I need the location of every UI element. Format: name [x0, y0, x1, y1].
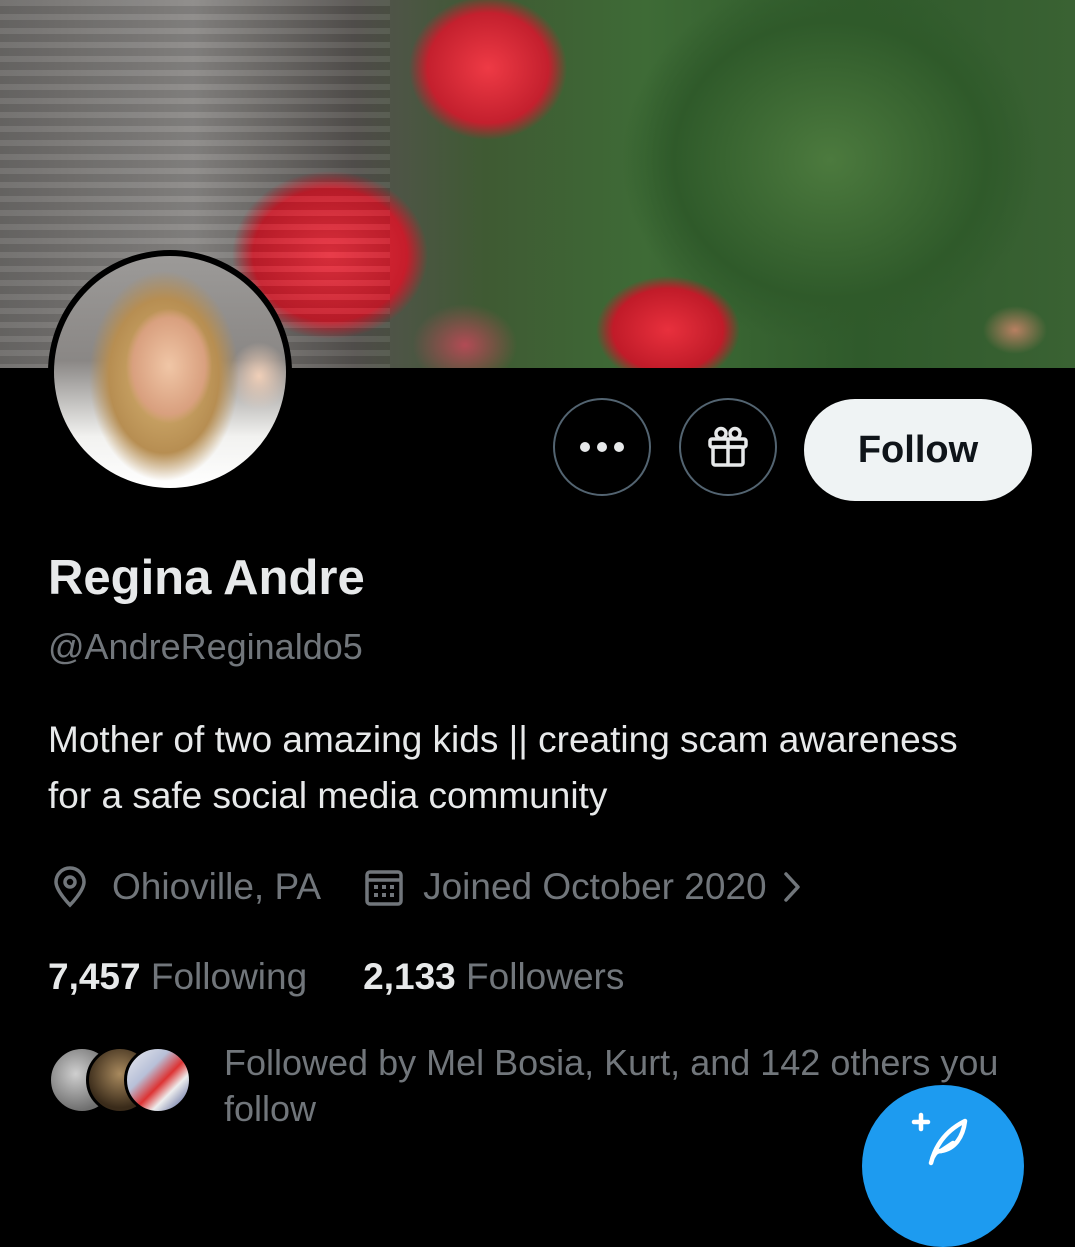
profile-bio: Mother of two amazing kids || creating s… — [48, 719, 958, 816]
display-name: Regina Andre — [48, 551, 365, 605]
compose-post-button[interactable] — [862, 1085, 1024, 1247]
user-handle: @AndreReginaldo5 — [48, 626, 363, 667]
calendar-icon — [365, 870, 403, 906]
profile-avatar[interactable] — [48, 250, 292, 494]
follow-button[interactable]: Follow — [804, 399, 1032, 501]
avatar-photo — [54, 256, 286, 488]
joined-text: Joined October 2020 — [423, 866, 767, 907]
more-icon — [580, 442, 624, 452]
gift-button[interactable] — [679, 398, 777, 496]
mutual-avatars — [48, 1046, 198, 1114]
following-link[interactable]: 7,457 Following — [48, 956, 307, 998]
following-count: 7,457 — [48, 956, 141, 997]
chevron-right-icon — [783, 872, 800, 902]
followers-count: 2,133 — [363, 956, 456, 997]
joined-item[interactable]: Joined October 2020 — [363, 866, 803, 908]
profile-meta: Ohioville, PA Joined October 2020 — [48, 862, 803, 912]
location-item: Ohioville, PA — [48, 865, 321, 909]
location-text: Ohioville, PA — [112, 866, 322, 907]
followers-link[interactable]: 2,133 Followers — [363, 956, 624, 998]
followers-label: Followers — [466, 956, 625, 997]
compose-post-icon — [911, 1112, 968, 1166]
location-pin-icon — [54, 866, 86, 908]
mutual-avatar — [124, 1046, 192, 1114]
more-options-button[interactable] — [553, 398, 651, 496]
following-label: Following — [150, 956, 308, 997]
follow-counts: 7,457 Following 2,133 Followers — [48, 956, 624, 998]
gift-icon — [708, 426, 748, 467]
